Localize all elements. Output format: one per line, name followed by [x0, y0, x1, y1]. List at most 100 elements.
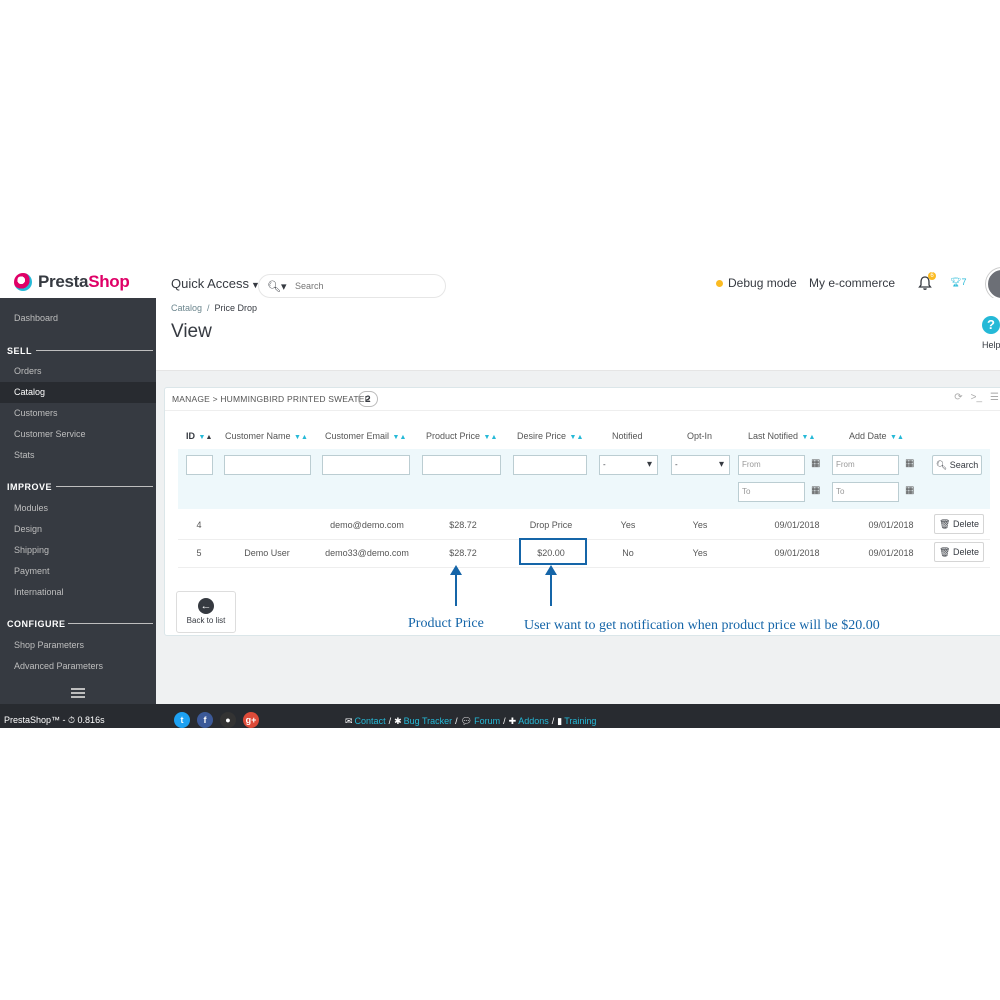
cell-opt-in: Yes	[692, 520, 708, 530]
debug-mode-indicator[interactable]: Debug mode	[716, 276, 797, 290]
sidebar-item-orders[interactable]: Orders	[0, 361, 156, 382]
sort-icon[interactable]: ▼▲	[890, 434, 904, 441]
github-icon[interactable]: ●	[220, 712, 236, 728]
trophy-count: 7	[961, 277, 967, 287]
help-label[interactable]: Help	[982, 340, 1000, 350]
column-header-customer-email[interactable]: Customer Email ▼▲	[325, 431, 406, 441]
quick-access-label: Quick Access	[171, 276, 250, 291]
quick-access-menu[interactable]: Quick Access ▼	[171, 276, 260, 291]
delete-label: Delete	[952, 519, 979, 529]
desire-price-highlight	[519, 538, 587, 565]
footer-link-bug-tracker[interactable]: Bug Tracker	[404, 716, 453, 726]
sidebar-item-customer-service[interactable]: Customer Service	[0, 424, 156, 445]
filter-product-price-input[interactable]	[422, 455, 501, 475]
column-header-last-notified[interactable]: Last Notified ▼▲	[748, 431, 815, 441]
record-count-badge: 2	[358, 391, 378, 407]
footer-link-training[interactable]: Training	[564, 716, 596, 726]
price-drop-panel: MANAGE > HUMMINGBIRD PRINTED SWEATER 2 ⟳…	[164, 387, 1000, 636]
filter-customer-name-input[interactable]	[224, 455, 311, 475]
sort-icon[interactable]: ▼▲	[199, 434, 213, 441]
delete-button[interactable]: 🗑︎ Delete	[934, 542, 984, 562]
filter-id-input[interactable]	[186, 455, 213, 475]
cell-customer-email: demo@demo.com	[330, 520, 404, 530]
refresh-icon[interactable]: ⟳	[954, 392, 962, 403]
sidebar-item-advanced-parameters[interactable]: Advanced Parameters	[0, 656, 156, 677]
column-header-desire-price[interactable]: Desire Price ▼▲	[517, 431, 583, 441]
cell-customer-email: demo33@demo.com	[325, 548, 409, 558]
table-row: 4 demo@demo.com $28.72 Drop Price Yes Ye…	[178, 511, 990, 540]
sort-icon[interactable]: ▼▲	[484, 434, 498, 441]
column-label: Customer Email	[325, 431, 390, 441]
filter-notified-select[interactable]: -	[599, 455, 658, 475]
column-header-id[interactable]: ID ▼▲	[186, 431, 212, 441]
sidebar-item-shipping[interactable]: Shipping	[0, 540, 156, 561]
annotation-user-note: User want to get notification when produ…	[524, 618, 880, 633]
filter-optin-select[interactable]: -	[671, 455, 730, 475]
sort-icon[interactable]: ▼▲	[570, 434, 584, 441]
sidebar-item-customers[interactable]: Customers	[0, 403, 156, 424]
column-header-add-date[interactable]: Add Date ▼▲	[849, 431, 904, 441]
sidebar-item-catalog[interactable]: Catalog	[0, 382, 156, 403]
sql-query-icon[interactable]: >_	[971, 392, 982, 403]
search-icon[interactable]: 🔍︎▾	[259, 280, 293, 293]
filter-add-date-from[interactable]: From	[832, 455, 899, 475]
calendar-icon[interactable]: ▦	[905, 485, 914, 496]
sidebar-item-design[interactable]: Design	[0, 519, 156, 540]
app-window: PrestaShop Quick Access▼ 🔍︎▾ Debug mode …	[0, 264, 1000, 728]
breadcrumb-catalog[interactable]: Catalog	[171, 303, 202, 313]
database-icon[interactable]: ☰	[990, 392, 999, 403]
sort-icon[interactable]: ▼▲	[294, 434, 308, 441]
sidebar-item-stats[interactable]: Stats	[0, 445, 156, 466]
sidebar: Dashboard SELL Orders Catalog Customers …	[0, 298, 156, 704]
column-label: Customer Name	[225, 431, 291, 441]
separator: /	[503, 716, 506, 726]
puzzle-icon: ✚	[508, 716, 517, 726]
help-icon[interactable]: ?	[982, 316, 1000, 334]
sidebar-section-configure: CONFIGURE	[7, 619, 66, 629]
cell-notified: No	[622, 548, 634, 558]
facebook-icon[interactable]: f	[197, 712, 213, 728]
back-to-list-button[interactable]: ← Back to list	[176, 591, 236, 633]
calendar-icon[interactable]: ▦	[811, 485, 820, 496]
column-label: Product Price	[426, 431, 481, 441]
footer-link-forum[interactable]: Forum	[474, 716, 500, 726]
calendar-icon[interactable]: ▦	[811, 458, 820, 469]
delete-button[interactable]: 🗑︎ Delete	[934, 514, 984, 534]
column-header-customer-name[interactable]: Customer Name ▼▲	[225, 431, 308, 441]
top-bar: PrestaShop Quick Access▼ 🔍︎▾ Debug mode …	[0, 264, 1000, 300]
cell-opt-in: Yes	[692, 548, 708, 558]
separator: /	[551, 716, 555, 726]
avatar[interactable]	[986, 268, 1000, 300]
google-plus-icon[interactable]: g+	[243, 712, 259, 728]
footer-link-contact[interactable]: Contact	[355, 716, 386, 726]
menu-collapse-icon[interactable]	[71, 688, 85, 700]
debug-mode-label: Debug mode	[728, 276, 797, 290]
sidebar-item-dashboard[interactable]: Dashboard	[0, 308, 156, 329]
cell-notified: Yes	[620, 520, 636, 530]
sort-icon[interactable]: ▼▲	[393, 434, 407, 441]
filter-last-notified-from[interactable]: From	[738, 455, 805, 475]
sidebar-item-modules[interactable]: Modules	[0, 498, 156, 519]
sidebar-item-international[interactable]: International	[0, 582, 156, 603]
filter-add-date-to[interactable]: To	[832, 482, 899, 502]
search-input[interactable]	[293, 280, 427, 292]
cell-add-date: 09/01/2018	[868, 548, 914, 558]
sidebar-item-shop-parameters[interactable]: Shop Parameters	[0, 635, 156, 656]
sort-icon[interactable]: ▼▲	[802, 434, 816, 441]
column-header-product-price[interactable]: Product Price ▼▲	[426, 431, 497, 441]
sidebar-section-sell: SELL	[7, 346, 33, 356]
trophy-counter[interactable]: 🏆︎7	[950, 277, 966, 288]
footer-link-addons[interactable]: Addons	[518, 716, 549, 726]
calendar-icon[interactable]: ▦	[905, 458, 914, 469]
prestashop-logo[interactable]: PrestaShop	[14, 272, 130, 292]
shop-name-link[interactable]: My e-commerce	[809, 276, 895, 290]
twitter-icon[interactable]: t	[174, 712, 190, 728]
filter-customer-email-input[interactable]	[322, 455, 410, 475]
filter-last-notified-to[interactable]: To	[738, 482, 805, 502]
cell-add-date: 09/01/2018	[868, 520, 914, 530]
search-button[interactable]: 🔍︎ Search	[932, 455, 982, 475]
sidebar-item-payment[interactable]: Payment	[0, 561, 156, 582]
breadcrumb: Catalog / Price Drop	[171, 303, 257, 313]
trophy-icon: 🏆︎	[950, 277, 962, 287]
filter-desire-price-input[interactable]	[513, 455, 587, 475]
